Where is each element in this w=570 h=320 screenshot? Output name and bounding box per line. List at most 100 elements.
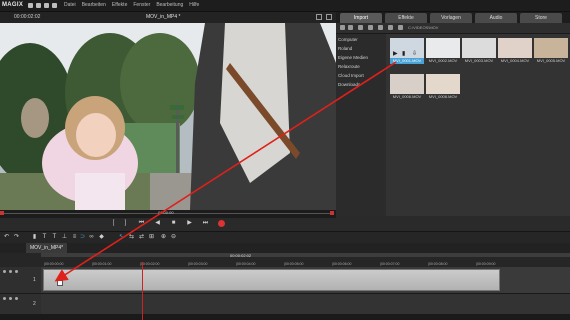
source-eigene-medien[interactable]: Eigene Medien — [336, 52, 386, 61]
thumb-image — [426, 74, 460, 94]
tab-vorlagen[interactable]: Vorlagen — [430, 13, 472, 23]
open-folder-icon[interactable] — [36, 3, 41, 8]
view-icon[interactable] — [388, 25, 393, 30]
source-cloud-import[interactable]: Cloud Import — [336, 70, 386, 79]
mark-out-icon[interactable]: ] — [122, 220, 129, 227]
thumb-image: ▶ ▮ ⇩ — [390, 38, 424, 58]
ruler-range-bar[interactable] — [41, 253, 570, 257]
loop-icon[interactable]: ⊃ — [79, 234, 86, 241]
breadcrumb[interactable]: C:\VIDEOS\MOV — [408, 24, 438, 32]
solo-icon[interactable] — [3, 270, 6, 273]
ruler-tick-label: |00:00:00:00 — [44, 262, 64, 266]
forward-icon[interactable] — [348, 25, 353, 30]
goto-start-icon[interactable]: ⏮ — [138, 220, 145, 227]
thumb-image — [390, 74, 424, 94]
track-header-2[interactable]: 2 — [0, 294, 41, 314]
menu-bearbeiten[interactable]: Bearbeiten — [82, 0, 106, 11]
range-icon[interactable]: ⇆ — [128, 234, 135, 241]
thumb-image — [534, 38, 568, 58]
preview-title: MOV_in_MP4 * — [146, 14, 181, 20]
cut-icon[interactable]: ⊥ — [61, 234, 68, 241]
tab-audio[interactable]: Audio — [475, 13, 517, 23]
new-file-icon[interactable] — [28, 3, 33, 8]
scrub-start-marker[interactable] — [0, 211, 4, 215]
source-relaxroute[interactable]: Relaxroute — [336, 61, 386, 70]
marker-icon[interactable]: ◆ — [98, 234, 105, 241]
mode-icon[interactable]: ⇄ — [138, 234, 145, 241]
save-icon[interactable] — [44, 3, 49, 8]
lock-icon[interactable] — [15, 297, 18, 300]
record-button-icon[interactable] — [218, 220, 225, 227]
stop-icon[interactable]: ■ — [170, 220, 177, 227]
search-icon[interactable] — [378, 25, 383, 30]
media-pool-tabs: Import Effekte Vorlagen Audio Store — [336, 12, 570, 23]
menu-effekte[interactable]: Effekte — [112, 0, 127, 11]
cart-icon[interactable] — [52, 3, 57, 8]
ruler-tick-label: |00:00:01:00 — [92, 262, 112, 266]
playhead[interactable] — [142, 262, 143, 320]
delete-icon[interactable]: ▮ — [31, 234, 38, 241]
back-icon[interactable] — [340, 25, 345, 30]
menu-bar: MAGIX Datei Bearbeiten Effekte Fenster B… — [0, 0, 570, 12]
sort-icon[interactable] — [398, 25, 403, 30]
timeline-track-1[interactable] — [41, 267, 570, 294]
play-icon[interactable]: ▶ — [393, 50, 398, 57]
menu-datei[interactable]: Datei — [64, 0, 76, 11]
text-icon[interactable]: T — [41, 234, 48, 241]
thumb-mvi-0006[interactable]: MVI_0006.MOV — [390, 74, 424, 100]
timeline-scrollbar[interactable] — [0, 314, 570, 320]
thumb-mvi-0004[interactable]: MVI_0004.MOV — [498, 38, 532, 64]
undo-icon[interactable]: ↶ — [3, 234, 10, 241]
restore-icon[interactable] — [316, 14, 322, 20]
menu-fenster[interactable]: Fenster — [133, 0, 150, 11]
refresh-icon[interactable] — [368, 25, 373, 30]
video-preview[interactable] — [0, 23, 336, 210]
thumb-mvi-0005[interactable]: MVI_0005.MOV — [534, 38, 568, 64]
source-roland[interactable]: Roland — [336, 43, 386, 52]
source-computer[interactable]: Computer — [336, 34, 386, 43]
tab-effekte[interactable]: Effekte — [385, 13, 427, 23]
play-button-icon[interactable]: ▶ — [186, 220, 193, 227]
timeline-tab[interactable]: MOV_in_MP4* — [26, 243, 68, 253]
snap-icon[interactable]: ⊞ — [148, 234, 155, 241]
split-icon[interactable]: ≡ — [71, 234, 78, 241]
redo-icon[interactable]: ↷ — [13, 234, 20, 241]
tab-import[interactable]: Import — [340, 13, 382, 23]
zoom-in-icon[interactable]: ⊕ — [160, 234, 167, 241]
preview-scrubber[interactable]: 00:00:00 — [0, 210, 336, 218]
track-header-1[interactable]: 1 — [0, 267, 41, 294]
solo-icon[interactable] — [3, 297, 6, 300]
prev-frame-icon[interactable]: ◀ — [154, 220, 161, 227]
video-clip[interactable] — [43, 269, 500, 291]
thumb-label: MVI_0005.MOV — [536, 58, 566, 63]
timeline-track-2[interactable] — [41, 294, 570, 314]
mute-icon[interactable] — [9, 297, 12, 300]
pointer-icon[interactable]: ↖ — [118, 234, 125, 241]
transport-bar: [ ] ⏮ ◀ ■ ▶ ⏭ — [0, 218, 570, 230]
ruler-timecode: 00:00:02:02 — [230, 253, 252, 258]
mark-in-icon[interactable]: [ — [110, 220, 117, 227]
goto-end-icon[interactable]: ⏭ — [202, 220, 209, 227]
import-icon[interactable]: ⇩ — [412, 50, 417, 57]
menu-hilfe[interactable]: Hilfe — [189, 0, 199, 11]
thumb-label: MVI_0001.MOV — [390, 58, 424, 64]
mute-icon[interactable] — [9, 270, 12, 273]
source-downloads[interactable]: Downloads — [336, 79, 386, 88]
folder-icon[interactable] — [358, 25, 363, 30]
thumb-mvi-0008[interactable]: MVI_0008.MOV — [426, 74, 460, 100]
tab-store[interactable]: Store — [520, 13, 562, 23]
lock-icon[interactable] — [15, 270, 18, 273]
thumb-label: MVI_0002.MOV — [428, 58, 458, 63]
maximize-icon[interactable] — [326, 14, 332, 20]
thumb-mvi-0001[interactable]: ▶ ▮ ⇩ MVI_0001.MOV — [390, 38, 424, 64]
title-icon[interactable]: T — [51, 234, 58, 241]
pause-icon[interactable]: ▮ — [402, 50, 405, 57]
thumb-mvi-0002[interactable]: MVI_0002.MOV — [426, 38, 460, 64]
zoom-out-icon[interactable]: ⊖ — [170, 234, 177, 241]
scrub-end-marker[interactable] — [330, 211, 334, 215]
link-icon[interactable]: ∞ — [88, 234, 95, 241]
thumb-label: MVI_0006.MOV — [392, 94, 422, 99]
timeline-ruler[interactable]: 00:00:02:02 |00:00:00:00 |00:00:01:00 |0… — [0, 253, 570, 267]
thumb-mvi-0003[interactable]: MVI_0003.MOV — [462, 38, 496, 64]
menu-bearbeitung[interactable]: Bearbeitung — [156, 0, 183, 11]
